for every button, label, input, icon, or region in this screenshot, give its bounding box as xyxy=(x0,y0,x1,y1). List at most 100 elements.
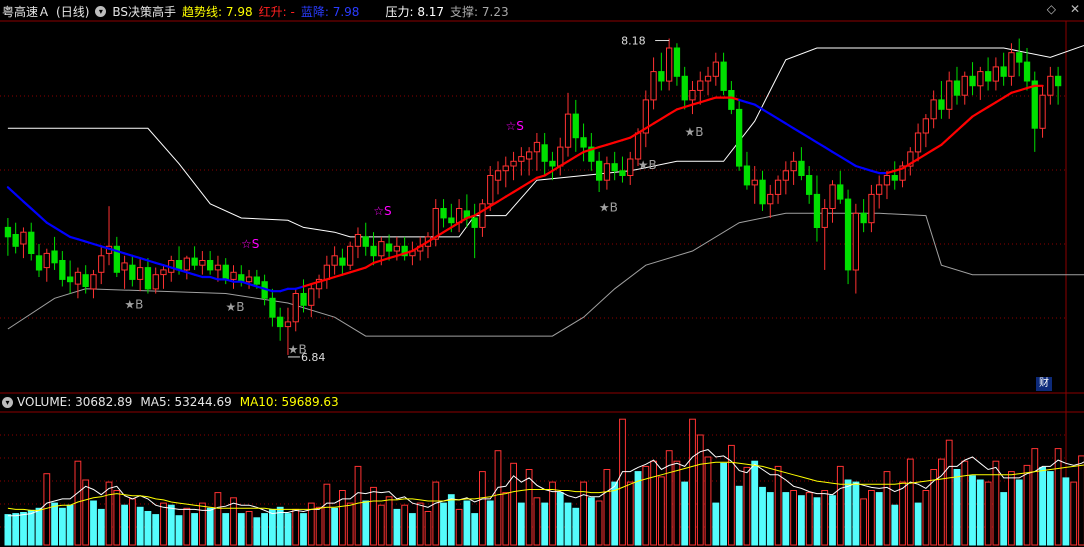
candle-up xyxy=(74,271,82,285)
volume-bar-up xyxy=(658,476,665,546)
volume-bar-down xyxy=(300,513,307,546)
trend-line-segment xyxy=(388,254,398,260)
volume-bar-down xyxy=(556,492,564,546)
candle-up xyxy=(666,47,673,82)
candle-down xyxy=(51,250,58,264)
volume-bar-down xyxy=(782,492,790,546)
volume-bar-down xyxy=(12,513,20,546)
candle-down xyxy=(67,276,74,283)
candle-up xyxy=(650,71,657,101)
volume-bar-up xyxy=(183,507,191,546)
candle-up xyxy=(378,241,385,257)
high-price-label: 8.18 xyxy=(621,35,646,48)
candle-up xyxy=(634,132,642,160)
candle-up xyxy=(961,75,968,96)
volume-bar-up xyxy=(432,481,440,546)
volume-bar-up xyxy=(743,466,751,546)
volume-bar-down xyxy=(766,492,774,546)
candle-up xyxy=(946,80,953,110)
volume-bar-down xyxy=(1062,477,1070,546)
volume-bar-down xyxy=(4,514,12,546)
candle-up xyxy=(199,260,206,266)
volume-bar-up xyxy=(619,418,626,546)
trend-line-segment xyxy=(209,275,219,281)
trend-line-segment xyxy=(932,143,943,151)
volume-bar-down xyxy=(1039,466,1046,546)
trend-line-segment xyxy=(924,148,935,156)
trend-line-segment xyxy=(68,235,80,241)
volume-bar-up xyxy=(214,492,222,546)
candle-down xyxy=(860,212,867,224)
volume-bar-down xyxy=(261,513,269,546)
candle-up xyxy=(697,80,704,91)
trend-line-segment xyxy=(356,266,367,271)
candle-down xyxy=(28,231,35,254)
volume-bar-up xyxy=(401,504,409,546)
candle-down xyxy=(1055,75,1062,87)
trend-line-segment xyxy=(769,112,780,120)
trend-line-segment xyxy=(22,200,33,210)
trend-line-segment xyxy=(37,214,48,224)
trend-line-segment xyxy=(815,141,826,149)
trend-line-segment xyxy=(61,231,72,238)
candle-down xyxy=(596,160,603,181)
trend-line-segment xyxy=(621,136,632,142)
candle-up xyxy=(876,184,883,195)
volume-bar-up xyxy=(82,479,90,546)
volume-bar-down xyxy=(852,481,860,546)
volume-bar-down xyxy=(447,494,455,546)
support-line xyxy=(7,212,1084,337)
candle-down xyxy=(82,274,89,288)
candle-up xyxy=(230,271,237,280)
buy-signal-mark: ★B xyxy=(124,297,143,311)
candle-down xyxy=(619,170,626,177)
candle-down xyxy=(1023,61,1031,82)
volume-bar-up xyxy=(455,508,463,546)
volume-bar-up xyxy=(945,439,953,546)
volume-bar-down xyxy=(284,513,292,546)
candle-up xyxy=(751,179,758,186)
candle-up xyxy=(704,75,712,82)
trend-line-segment xyxy=(800,131,811,139)
volume-bar-down xyxy=(269,508,276,546)
trend-line-segment xyxy=(706,96,717,102)
volume-bar-up xyxy=(626,481,634,546)
volume-bar-down xyxy=(914,502,922,546)
trend-line-segment xyxy=(823,146,834,153)
candle-up xyxy=(479,203,486,228)
volume-bar-down xyxy=(976,479,984,546)
volume-bar-up xyxy=(689,418,696,546)
volume-bar-down xyxy=(66,504,74,546)
volume-bar-up xyxy=(595,500,603,546)
volume-bar-up xyxy=(922,490,930,546)
candle-down xyxy=(4,226,12,238)
candle-down xyxy=(658,71,665,82)
candle-up xyxy=(284,321,292,328)
volume-bar-down xyxy=(517,502,525,546)
candle-down xyxy=(549,160,556,167)
candle-up xyxy=(43,252,50,269)
volume-bar-down xyxy=(59,507,66,546)
volume-bar-down xyxy=(829,495,836,546)
pressure-line xyxy=(7,44,1084,238)
volume-bar-down xyxy=(541,502,549,546)
trend-line-segment xyxy=(279,287,289,293)
volume-bar-up xyxy=(385,496,393,546)
volume-bar-down xyxy=(206,507,214,546)
trend-line-segment xyxy=(846,160,857,168)
candle-down xyxy=(253,276,260,285)
trend-line-segment xyxy=(349,268,360,274)
trend-line-segment xyxy=(605,141,616,146)
trend-line-segment xyxy=(450,221,461,229)
candle-down xyxy=(269,297,276,318)
volume-bar-down xyxy=(844,479,852,546)
volume-bar-up xyxy=(354,465,362,546)
candle-down xyxy=(806,175,813,195)
candle-down xyxy=(277,316,284,328)
trend-line-segment xyxy=(14,193,25,203)
volume-bar-up xyxy=(113,490,121,546)
trend-line-segment xyxy=(520,181,531,189)
candle-down xyxy=(985,71,992,82)
volume-bar-up xyxy=(906,458,914,546)
volume-bar-up xyxy=(774,465,782,546)
